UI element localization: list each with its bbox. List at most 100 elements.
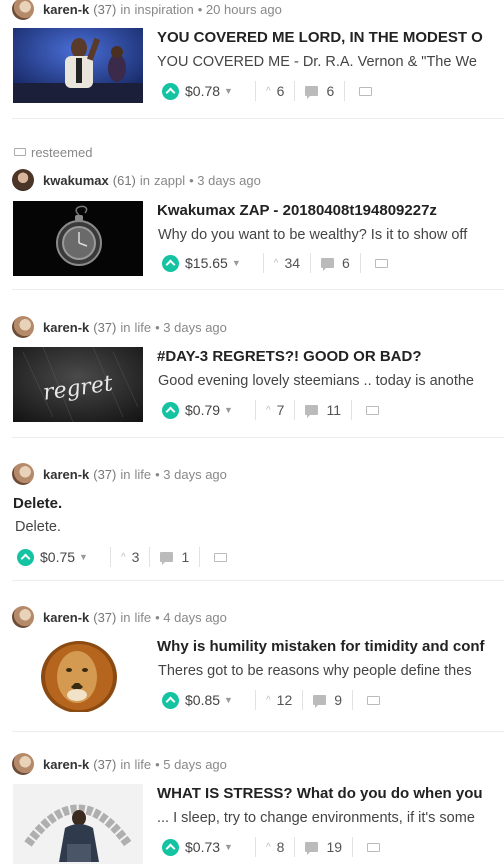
divider	[294, 81, 296, 101]
vote-count[interactable]: 6	[277, 83, 285, 99]
caret-down-icon[interactable]: ▼	[224, 86, 233, 96]
post-thumbnail[interactable]	[13, 784, 143, 864]
comment-count[interactable]: 6	[342, 255, 350, 271]
caret-down-icon[interactable]: ▼	[232, 258, 241, 268]
category-link[interactable]: life	[135, 467, 152, 482]
comment-icon[interactable]	[160, 552, 174, 565]
category-link[interactable]: zappl	[154, 173, 185, 188]
post-title[interactable]: Why is humility mistaken for timidity an…	[157, 638, 485, 655]
vote-count[interactable]: 3	[132, 549, 140, 565]
caret-down-icon[interactable]: ▼	[224, 842, 233, 852]
vote-count[interactable]: 12	[277, 692, 293, 708]
post-thumbnail[interactable]: regret	[13, 347, 143, 422]
upvote-icon[interactable]	[162, 254, 179, 272]
post-footer: $0.73 ▼ ^ 8 19	[162, 836, 381, 858]
post-footer: $0.79 ▼ ^ 7 11	[162, 399, 380, 421]
avatar[interactable]	[12, 169, 34, 191]
caret-down-icon[interactable]: ▼	[224, 695, 233, 705]
post-title[interactable]: YOU COVERED ME LORD, IN THE MODEST O	[157, 29, 483, 46]
avatar[interactable]	[12, 606, 34, 628]
category-link[interactable]: life	[135, 320, 152, 335]
post-timestamp[interactable]: • 20 hours ago	[198, 2, 282, 17]
author-link[interactable]: karen-k	[43, 2, 89, 17]
resteem-icon[interactable]	[214, 552, 228, 562]
category-link[interactable]: life	[135, 757, 152, 772]
post-title[interactable]: #DAY-3 REGRETS?! GOOD OR BAD?	[157, 348, 421, 365]
divider	[149, 547, 151, 567]
avatar[interactable]	[12, 463, 34, 485]
payout-value[interactable]: $0.79	[185, 402, 220, 418]
resteem-icon[interactable]	[367, 695, 381, 705]
author-reputation: (37)	[93, 1, 117, 17]
post-timestamp[interactable]: • 4 days ago	[155, 610, 227, 625]
author-link[interactable]: karen-k	[43, 320, 89, 335]
payout-value[interactable]: $0.73	[185, 839, 220, 855]
vote-count[interactable]: 34	[284, 255, 300, 271]
post-timestamp[interactable]: • 5 days ago	[155, 757, 227, 772]
upvote-icon[interactable]	[162, 838, 179, 856]
post-thumbnail[interactable]	[13, 201, 143, 276]
payout-value[interactable]: $0.75	[40, 549, 75, 565]
post-excerpt[interactable]: Good evening lovely steemians .. today i…	[158, 373, 474, 389]
comment-count[interactable]: 11	[326, 402, 341, 418]
resteem-icon[interactable]	[359, 86, 373, 96]
post-thumbnail[interactable]	[13, 28, 143, 103]
comment-icon[interactable]	[305, 842, 319, 855]
chevron-up-icon: ^	[265, 404, 271, 416]
upvote-icon[interactable]	[162, 691, 179, 709]
post-timestamp[interactable]: • 3 days ago	[155, 467, 227, 482]
comment-count[interactable]: 1	[181, 549, 189, 565]
category-link[interactable]: inspiration	[135, 2, 194, 17]
comment-count[interactable]: 19	[326, 839, 342, 855]
category-prefix: in	[120, 609, 131, 625]
category-prefix: in	[120, 756, 131, 772]
caret-down-icon[interactable]: ▼	[79, 552, 88, 562]
author-link[interactable]: karen-k	[43, 610, 89, 625]
comment-count[interactable]: 6	[326, 83, 334, 99]
comment-icon[interactable]	[313, 695, 327, 708]
post-excerpt[interactable]: Why do you want to be wealthy? Is it to …	[158, 227, 467, 243]
vote-count[interactable]: 7	[277, 402, 285, 418]
post-thumbnail[interactable]	[13, 637, 143, 712]
author-link[interactable]: karen-k	[43, 757, 89, 772]
upvote-icon[interactable]	[162, 401, 179, 419]
caret-down-icon[interactable]: ▼	[224, 405, 233, 415]
upvote-icon[interactable]	[17, 548, 34, 566]
post-footer: $0.85 ▼ ^ 12 9	[162, 689, 381, 711]
comment-count[interactable]: 9	[334, 692, 342, 708]
author-link[interactable]: kwakumax	[43, 173, 109, 188]
comment-icon[interactable]	[305, 86, 319, 99]
post-title[interactable]: Kwakumax ZAP - 20180408t194809227z	[157, 202, 437, 219]
resteem-icon[interactable]	[367, 842, 381, 852]
resteem-icon[interactable]	[366, 405, 380, 415]
chevron-up-icon: ^	[273, 257, 279, 269]
chevron-up-icon: ^	[265, 841, 271, 853]
payout-value[interactable]: $0.85	[185, 692, 220, 708]
post-timestamp[interactable]: • 3 days ago	[189, 173, 261, 188]
post-title[interactable]: Delete.	[13, 495, 62, 512]
post-excerpt[interactable]: Theres got to be reasons why people defi…	[158, 663, 472, 679]
category-prefix: in	[120, 1, 131, 17]
payout-value[interactable]: $0.78	[185, 83, 220, 99]
post-excerpt[interactable]: ... I sleep, try to change environments,…	[157, 810, 475, 826]
comment-icon[interactable]	[321, 258, 335, 271]
resteem-icon	[14, 148, 26, 157]
resteem-icon[interactable]	[374, 258, 388, 268]
divider	[254, 690, 256, 710]
post-timestamp[interactable]: • 3 days ago	[155, 320, 227, 335]
post-header: kwakumax (61) in zappl • 3 days ago	[12, 168, 261, 192]
upvote-icon[interactable]	[162, 82, 179, 100]
avatar[interactable]	[12, 316, 34, 338]
vote-count[interactable]: 8	[277, 839, 285, 855]
post-title[interactable]: WHAT IS STRESS? What do you do when you	[157, 785, 483, 802]
avatar[interactable]	[12, 753, 34, 775]
post-excerpt[interactable]: Delete.	[15, 519, 61, 535]
avatar[interactable]	[12, 0, 34, 20]
author-link[interactable]: karen-k	[43, 467, 89, 482]
category-prefix: in	[120, 319, 131, 335]
divider	[302, 690, 304, 710]
category-link[interactable]: life	[135, 610, 152, 625]
payout-value[interactable]: $15.65	[185, 255, 228, 271]
comment-icon[interactable]	[305, 405, 319, 418]
post-excerpt[interactable]: YOU COVERED ME - Dr. R.A. Vernon & "The …	[157, 54, 477, 70]
